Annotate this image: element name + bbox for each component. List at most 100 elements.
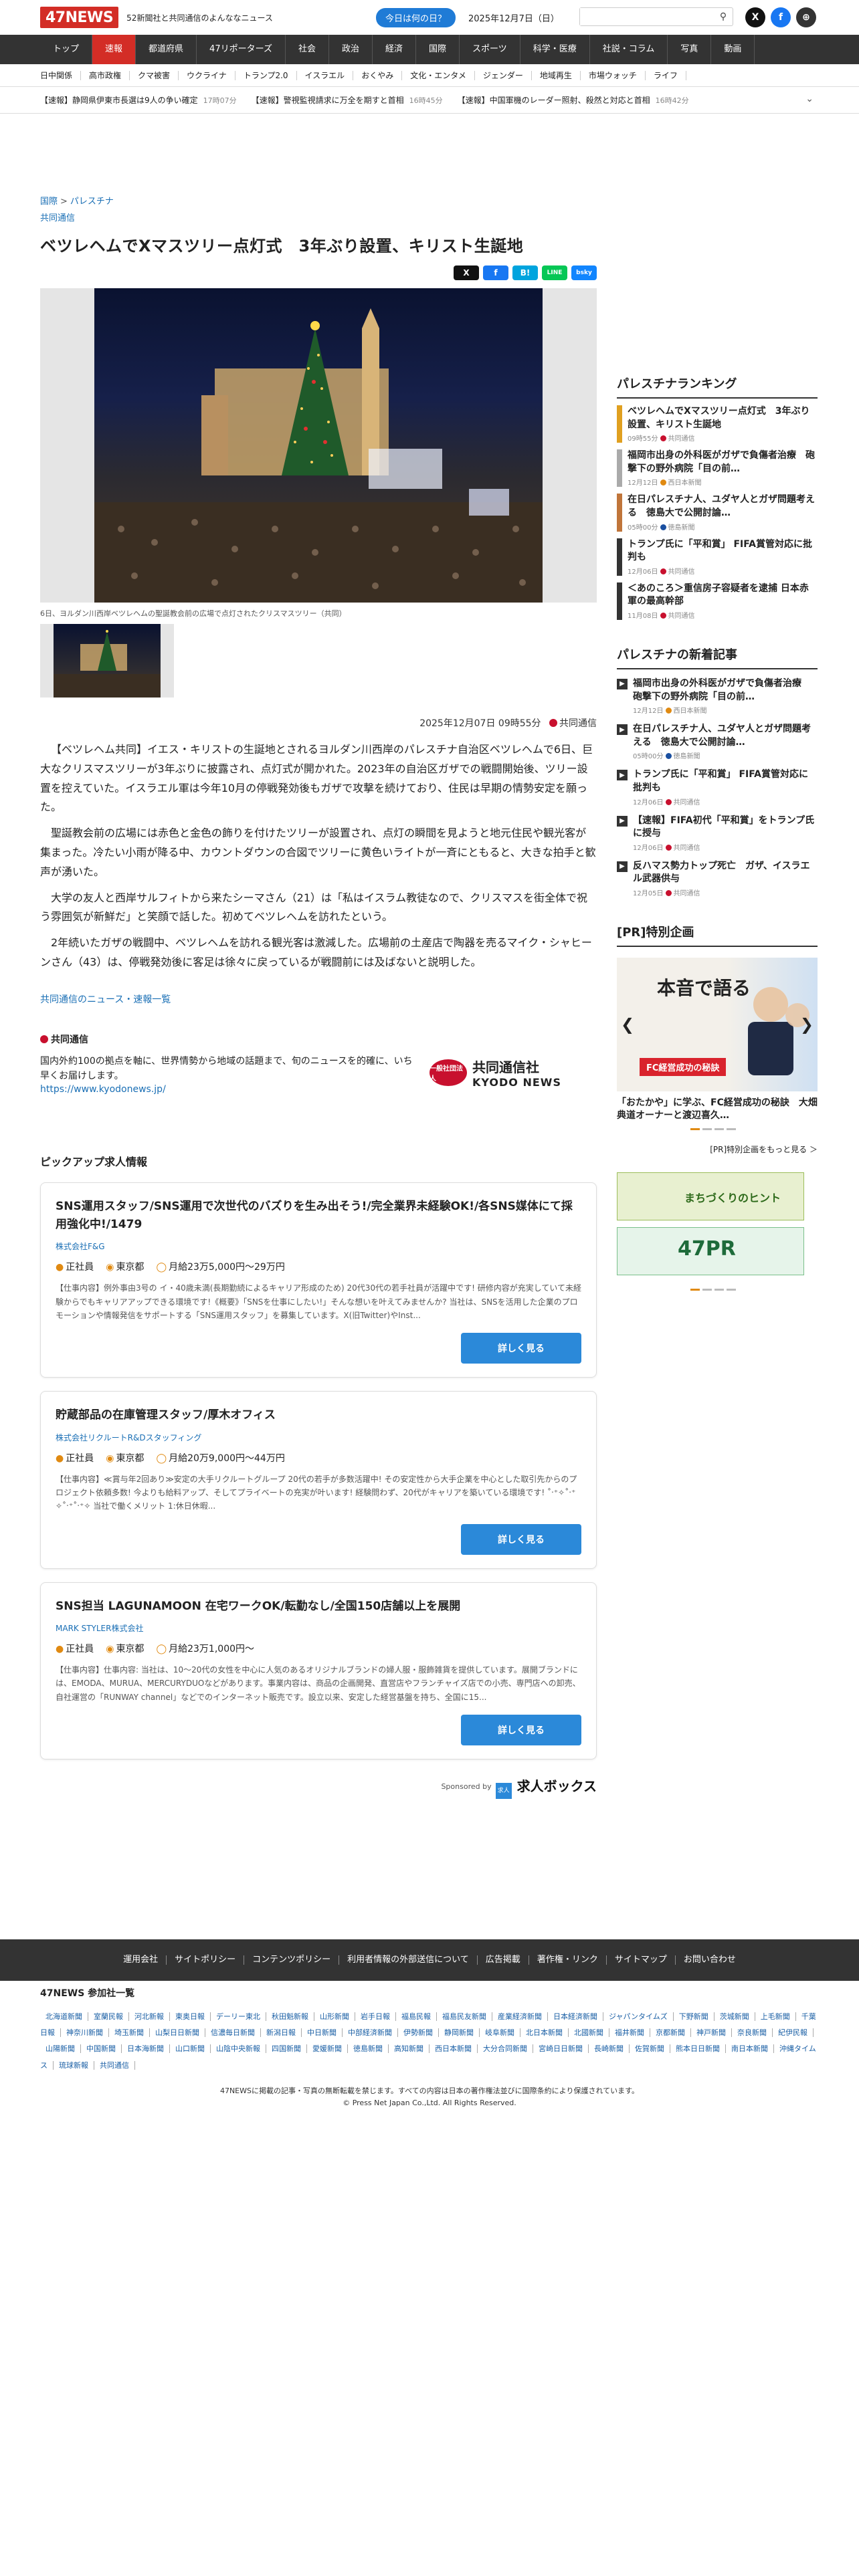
carousel-dot[interactable]	[690, 1128, 700, 1131]
member-paper-link[interactable]: 日本経済新聞	[548, 2012, 603, 2021]
kyodo-logo[interactable]: 一般社団法人 共同通信社 KYODO NEWS	[430, 1053, 597, 1093]
search-icon[interactable]: ⚲	[714, 11, 733, 22]
topic-link[interactable]: おくやみ	[353, 70, 403, 80]
photo-thumbnail[interactable]	[40, 624, 174, 697]
share-bluesky-button[interactable]: bsky	[571, 265, 597, 280]
carousel-dot[interactable]	[702, 1128, 712, 1131]
47pr-banner[interactable]: 47PR	[617, 1227, 804, 1276]
member-paper-link[interactable]: 宮崎日日新聞	[533, 2044, 589, 2054]
nav-photo[interactable]: 写真	[668, 35, 712, 64]
carousel-next-icon[interactable]: ❯	[800, 1015, 814, 1034]
new-article-item[interactable]: ▶ トランプ氏に「平和賞」 FIFA賞管対応に批判も 12月06日 共同通信	[617, 768, 818, 807]
carousel-dot[interactable]	[714, 1128, 724, 1131]
main-photo[interactable]	[40, 288, 597, 603]
member-paper-link[interactable]: 埼玉新聞	[109, 2028, 150, 2038]
machizukuri-banner[interactable]: まちづくりのヒント	[617, 1172, 804, 1221]
member-paper-link[interactable]: 山梨日日新聞	[150, 2028, 205, 2038]
topic-link[interactable]: ウクライナ	[179, 70, 235, 80]
job-title[interactable]: 貯蔵部品の在庫管理スタッフ/厚木オフィス	[56, 1406, 581, 1424]
chevron-down-icon[interactable]: ⌄	[800, 94, 814, 104]
member-paper-link[interactable]: 中部経済新聞	[343, 2028, 398, 2038]
nav-sports[interactable]: スポーツ	[460, 35, 520, 64]
banner-dot[interactable]	[714, 1289, 724, 1291]
facebook-icon[interactable]: f	[771, 7, 791, 27]
footer-link[interactable]: 利用者情報の外部送信について	[339, 1955, 478, 1965]
member-paper-link[interactable]: 東奥日報	[170, 2012, 211, 2021]
article-source[interactable]: 共同通信	[559, 718, 597, 729]
member-paper-link[interactable]: 紀伊民報	[773, 2028, 814, 2038]
ranking-item[interactable]: 在日パレスチナ人、ユダヤ人とガザ問題考える 徳島大で公開討論… 05時00分 徳島新…	[617, 494, 818, 532]
footer-link[interactable]: コンテンツポリシー	[244, 1955, 340, 1965]
share-x-button[interactable]: X	[454, 265, 479, 280]
topic-link[interactable]: トランプ2.0	[235, 70, 297, 80]
nav-editorial[interactable]: 社説・コラム	[590, 35, 668, 64]
new-article-item[interactable]: ▶ 福岡市出身の外科医がガザで負傷者治療 砲撃下の野外病院「目の前… 12月12日西…	[617, 677, 818, 715]
ranking-item[interactable]: ベツレヘムでXマスツリー点灯式 3年ぶり設置、キリスト生誕地 09時55分 共同通信	[617, 405, 818, 443]
search-input[interactable]	[580, 8, 714, 25]
job-card[interactable]: 貯蔵部品の在庫管理スタッフ/厚木オフィス 株式会社リクルートR&Dスタッフィング…	[40, 1391, 597, 1569]
job-title[interactable]: SNS運用スタッフ/SNS運用で次世代のバズりを生み出そう!/完全業界未経験OK…	[56, 1198, 581, 1234]
x-icon[interactable]: X	[745, 7, 765, 27]
member-paper-link[interactable]: 河北新報	[129, 2012, 170, 2021]
member-paper-link[interactable]: 茨城新聞	[714, 2012, 755, 2021]
banner-dot[interactable]	[727, 1289, 736, 1291]
topic-link[interactable]: 文化・エンタメ	[402, 70, 475, 80]
new-article-item[interactable]: ▶ 【速報】FIFA初代「平和賞」をトランプ氏に授与 12月06日 共同通信	[617, 815, 818, 852]
pr-carousel[interactable]: 本音で語る FC経営成功の秘訣 ❮ ❯	[617, 957, 818, 1091]
breadcrumb-palestine[interactable]: パレスチナ	[70, 197, 114, 207]
member-paper-link[interactable]: 北國新聞	[569, 2028, 609, 2038]
today-button[interactable]: 今日は何の日？	[376, 8, 456, 27]
nav-international[interactable]: 国際	[416, 35, 460, 64]
sponsor-logo[interactable]: 求人ボックス	[517, 1776, 597, 1795]
member-paper-link[interactable]: 岐阜新聞	[480, 2028, 520, 2038]
member-paper-link[interactable]: 長崎新聞	[589, 2044, 630, 2054]
job-title[interactable]: SNS担当 LAGUNAMOON 在宅ワークOK/転勤なし/全国150店舗以上を…	[56, 1598, 581, 1616]
member-paper-link[interactable]: デーリー東北	[211, 2012, 266, 2021]
pr-caption[interactable]: 「おたかや」に学ぶ、FC経営成功の秘訣 大畑典道オーナーと渡辺喜久…	[617, 1097, 818, 1123]
topic-link[interactable]: 高市政権	[81, 70, 130, 80]
member-paper-link[interactable]: 山陽新聞	[40, 2044, 81, 2054]
share-line-button[interactable]: LINE	[542, 265, 567, 280]
source-news-link[interactable]: 共同通信のニュース・速報一覧	[40, 992, 597, 1006]
member-paper-link[interactable]: 北海道新聞	[40, 2012, 88, 2021]
member-paper-link[interactable]: 徳島新聞	[348, 2044, 389, 2054]
nav-economy[interactable]: 経済	[373, 35, 416, 64]
carousel-prev-icon[interactable]: ❮	[621, 1015, 634, 1034]
member-paper-link[interactable]: 山陰中央新報	[211, 2044, 266, 2054]
job-detail-button[interactable]: 詳しく見る	[461, 1333, 581, 1364]
job-card[interactable]: SNS担当 LAGUNAMOON 在宅ワークOK/転勤なし/全国150店舗以上を…	[40, 1582, 597, 1760]
share-hatena-button[interactable]: B!	[512, 265, 538, 280]
site-logo[interactable]: 47NEWS	[40, 7, 119, 28]
member-paper-link[interactable]: 熊本日日新聞	[670, 2044, 726, 2054]
topic-link[interactable]: 市場ウォッチ	[581, 70, 646, 80]
nav-top[interactable]: トップ	[40, 35, 93, 64]
ranking-item[interactable]: 福岡市出身の外科医がガザで負傷者治療 砲撃下の野外病院「目の前… 12月12日 西日…	[617, 449, 818, 488]
topic-link[interactable]: ジェンダー	[475, 70, 532, 80]
nav-video[interactable]: 動画	[711, 35, 755, 64]
job-detail-button[interactable]: 詳しく見る	[461, 1715, 581, 1746]
member-paper-link[interactable]: 四国新聞	[266, 2044, 307, 2054]
member-paper-link[interactable]: 静岡新聞	[439, 2028, 480, 2038]
nav-breaking[interactable]: 速報	[92, 35, 136, 64]
member-paper-link[interactable]: 日本海新聞	[122, 2044, 170, 2054]
member-paper-link[interactable]: 神戸新聞	[691, 2028, 732, 2038]
nav-science[interactable]: 科学・医療	[520, 35, 590, 64]
topic-link[interactable]: 地域再生	[532, 70, 581, 80]
member-paper-link[interactable]: 京都新聞	[650, 2028, 691, 2038]
kyodo-profile-url[interactable]: https://www.kyodonews.jp/	[40, 1084, 166, 1095]
member-paper-link[interactable]: 室蘭民報	[88, 2012, 129, 2021]
footer-link[interactable]: 運用会社	[115, 1955, 167, 1965]
topic-link[interactable]: クマ被害	[130, 70, 179, 80]
member-paper-link[interactable]: 上毛新聞	[755, 2012, 796, 2021]
pr-more-link[interactable]: [PR]特別企画をもっと見る ＞	[617, 1144, 818, 1155]
member-paper-link[interactable]: 奈良新聞	[732, 2028, 773, 2038]
share-facebook-button[interactable]: f	[483, 265, 508, 280]
member-paper-link[interactable]: 福島民友新聞	[437, 2012, 492, 2021]
footer-link[interactable]: サイトポリシー	[167, 1955, 245, 1965]
nav-politics[interactable]: 政治	[329, 35, 373, 64]
topic-link[interactable]: イスラエル	[297, 70, 354, 80]
ticker-item[interactable]: 【速報】静岡県伊東市長選は9人の争い確定 17時07分	[40, 94, 237, 106]
new-article-item[interactable]: ▶ 反ハマス勢力トップ死亡 ガザ、イスラエル武器供与 12月05日 共同通信	[617, 860, 818, 897]
breadcrumb-international[interactable]: 国際	[40, 197, 58, 207]
member-paper-link[interactable]: 共同通信	[94, 2060, 135, 2070]
